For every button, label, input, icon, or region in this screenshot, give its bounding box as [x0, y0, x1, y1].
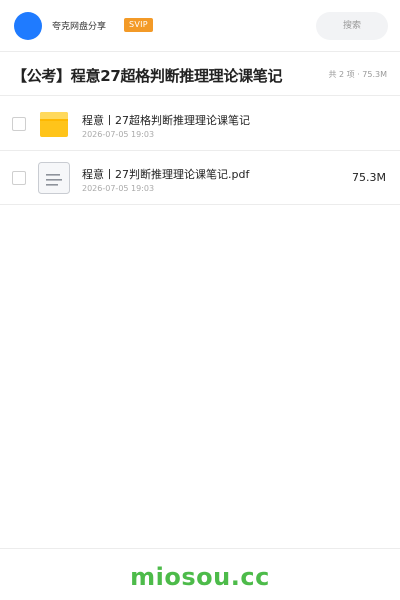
folder-icon: [37, 107, 71, 141]
file-date: 2026-07-05 19:03: [82, 130, 155, 139]
row-checkbox[interactable]: [12, 117, 26, 131]
row-checkbox[interactable]: [12, 171, 26, 185]
file-name[interactable]: 程意丨27超格判断推理理论课笔记: [82, 112, 250, 128]
file-size: 75.3M: [352, 171, 386, 184]
search-input[interactable]: 搜索: [316, 12, 388, 40]
avatar[interactable]: [14, 12, 42, 40]
file-row[interactable]: 程意丨27超格判断推理理论课笔记 2026-07-05 19:03: [0, 97, 400, 151]
svip-badge: SVIP: [124, 18, 153, 32]
file-date: 2026-07-05 19:03: [82, 184, 155, 193]
username: 夸克网盘分享: [52, 22, 107, 32]
document-icon: [37, 161, 71, 195]
share-summary: 共 2 项 · 75.3M: [328, 70, 387, 79]
share-header: 【公考】程意27超格判断推理理论课笔记 共 2 项 · 75.3M: [0, 52, 400, 96]
page-title: 【公考】程意27超格判断推理理论课笔记: [12, 67, 283, 85]
top-bar: 夸克网盘分享 SVIP 搜索: [0, 0, 400, 52]
footer: miosou.cc: [0, 548, 400, 600]
file-row[interactable]: 程意丨27判断推理理论课笔记.pdf 2026-07-05 19:03 75.3…: [0, 151, 400, 205]
file-name[interactable]: 程意丨27判断推理理论课笔记.pdf: [82, 166, 249, 182]
site-watermark: miosou.cc: [130, 563, 270, 591]
